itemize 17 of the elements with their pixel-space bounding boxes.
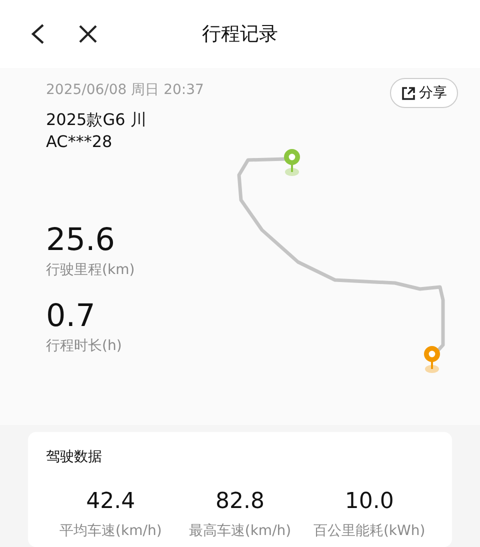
- stat-value: 0.7: [46, 297, 96, 335]
- share-icon: [401, 86, 416, 100]
- stat-label: 最高车速(km/h): [188, 522, 292, 540]
- stat-label: 行驶里程(km): [46, 261, 135, 279]
- card-title: 驾驶数据: [46, 448, 102, 466]
- stat-value: 82.8: [216, 488, 264, 516]
- trip-datetime: 2025/06/08 周日 20:37: [46, 81, 204, 99]
- page-title: 行程记录: [202, 22, 278, 47]
- stat-label: 行程时长(h): [46, 337, 122, 355]
- stat-value: 42.4: [86, 488, 136, 516]
- vehicle-name: 2025款G6 川: [46, 109, 146, 131]
- share-button[interactable]: 分享: [390, 78, 458, 108]
- plate-number: AC***28: [46, 131, 112, 153]
- stat-value: 25.6: [46, 221, 116, 259]
- stat-label: 百公里能耗(kWh): [313, 522, 426, 540]
- stat-value: 10.0: [344, 488, 394, 516]
- stat-label: 平均车速(km/h): [60, 522, 162, 540]
